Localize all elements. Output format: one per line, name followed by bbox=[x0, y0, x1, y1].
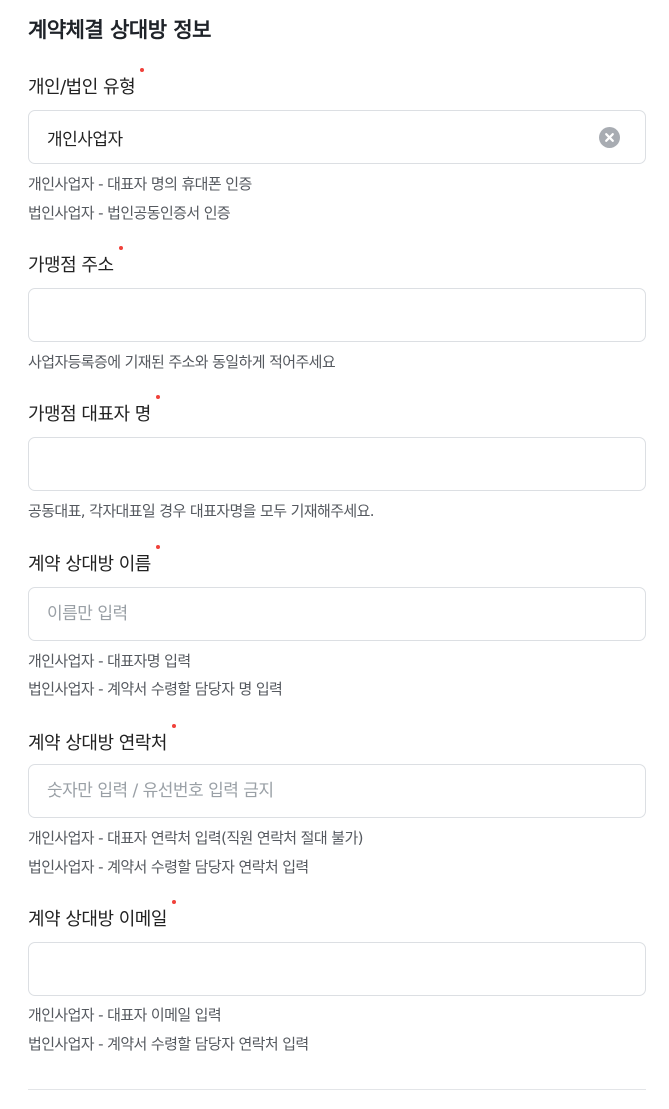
store-address-label: 가맹점 주소 bbox=[28, 246, 123, 277]
business-type-field[interactable] bbox=[28, 110, 646, 164]
business-type-help-2: 법인사업자 - 법인공동인증서 인증 bbox=[28, 204, 231, 222]
section-title: 계약체결 상대방 정보 bbox=[28, 18, 212, 42]
required-dot bbox=[171, 900, 176, 904]
clear-circle-icon[interactable] bbox=[599, 127, 620, 148]
store-representative-input[interactable] bbox=[29, 438, 587, 490]
party-name-help-2: 법인사업자 - 계약서 수령할 담당자 명 입력 bbox=[28, 680, 283, 698]
party-name-input[interactable] bbox=[29, 588, 587, 640]
store-address-field[interactable] bbox=[28, 288, 646, 342]
party-phone-input[interactable] bbox=[29, 765, 587, 817]
store-representative-help-1: 공동대표, 각자대표일 경우 대표자명을 모두 기재해주세요. bbox=[28, 502, 375, 520]
store-representative-field[interactable] bbox=[28, 437, 646, 491]
business-type-input[interactable] bbox=[29, 111, 587, 163]
required-dot bbox=[140, 68, 145, 72]
party-phone-label: 계약 상대방 연락처 bbox=[28, 724, 176, 755]
section-divider bbox=[28, 1089, 646, 1090]
party-email-help-1: 개인사업자 - 대표자 이메일 입력 bbox=[28, 1006, 222, 1024]
business-type-label-text: 개인/법인 유형 bbox=[28, 77, 136, 98]
party-phone-field[interactable] bbox=[28, 764, 646, 818]
store-address-input[interactable] bbox=[29, 289, 587, 341]
required-dot bbox=[155, 395, 160, 399]
required-dot bbox=[155, 545, 160, 549]
party-phone-help-1: 개인사업자 - 대표자 연락처 입력(직원 연락처 절대 불가) bbox=[28, 829, 364, 847]
party-phone-label-text: 계약 상대방 연락처 bbox=[28, 733, 167, 754]
party-name-help-1: 개인사업자 - 대표자명 입력 bbox=[28, 652, 191, 670]
business-type-label: 개인/법인 유형 bbox=[28, 68, 145, 99]
party-name-field[interactable] bbox=[28, 587, 646, 641]
party-email-field[interactable] bbox=[28, 942, 646, 996]
party-name-label-text: 계약 상대방 이름 bbox=[28, 554, 151, 575]
party-email-label-text: 계약 상대방 이메일 bbox=[28, 909, 167, 930]
business-type-help-1: 개인사업자 - 대표자 명의 휴대폰 인증 bbox=[28, 175, 252, 193]
party-email-label: 계약 상대방 이메일 bbox=[28, 900, 176, 931]
party-email-input[interactable] bbox=[29, 943, 587, 995]
party-name-label: 계약 상대방 이름 bbox=[28, 545, 160, 576]
store-address-label-text: 가맹점 주소 bbox=[28, 255, 114, 276]
required-dot bbox=[171, 724, 176, 728]
required-dot bbox=[118, 246, 123, 250]
store-representative-label-text: 가맹점 대표자 명 bbox=[28, 404, 151, 425]
store-address-help-1: 사업자등록증에 기재된 주소와 동일하게 적어주세요 bbox=[28, 353, 336, 371]
party-phone-help-2: 법인사업자 - 계약서 수령할 담당자 연락처 입력 bbox=[28, 858, 309, 876]
party-email-help-2: 법인사업자 - 계약서 수령할 담당자 연락처 입력 bbox=[28, 1035, 309, 1053]
store-representative-label: 가맹점 대표자 명 bbox=[28, 395, 160, 426]
